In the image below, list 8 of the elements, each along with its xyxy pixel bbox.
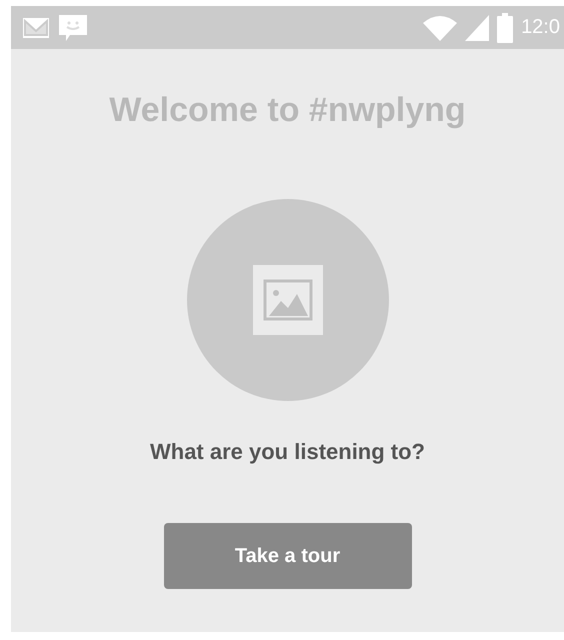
chat-icon xyxy=(58,14,88,42)
tour-button[interactable]: Take a tour xyxy=(164,523,412,589)
question-text: What are you listening to? xyxy=(150,439,425,465)
battery-icon xyxy=(497,12,514,42)
wifi-icon xyxy=(423,14,458,40)
signal-icon xyxy=(465,14,490,40)
mail-icon xyxy=(22,16,50,38)
image-icon xyxy=(252,265,322,335)
